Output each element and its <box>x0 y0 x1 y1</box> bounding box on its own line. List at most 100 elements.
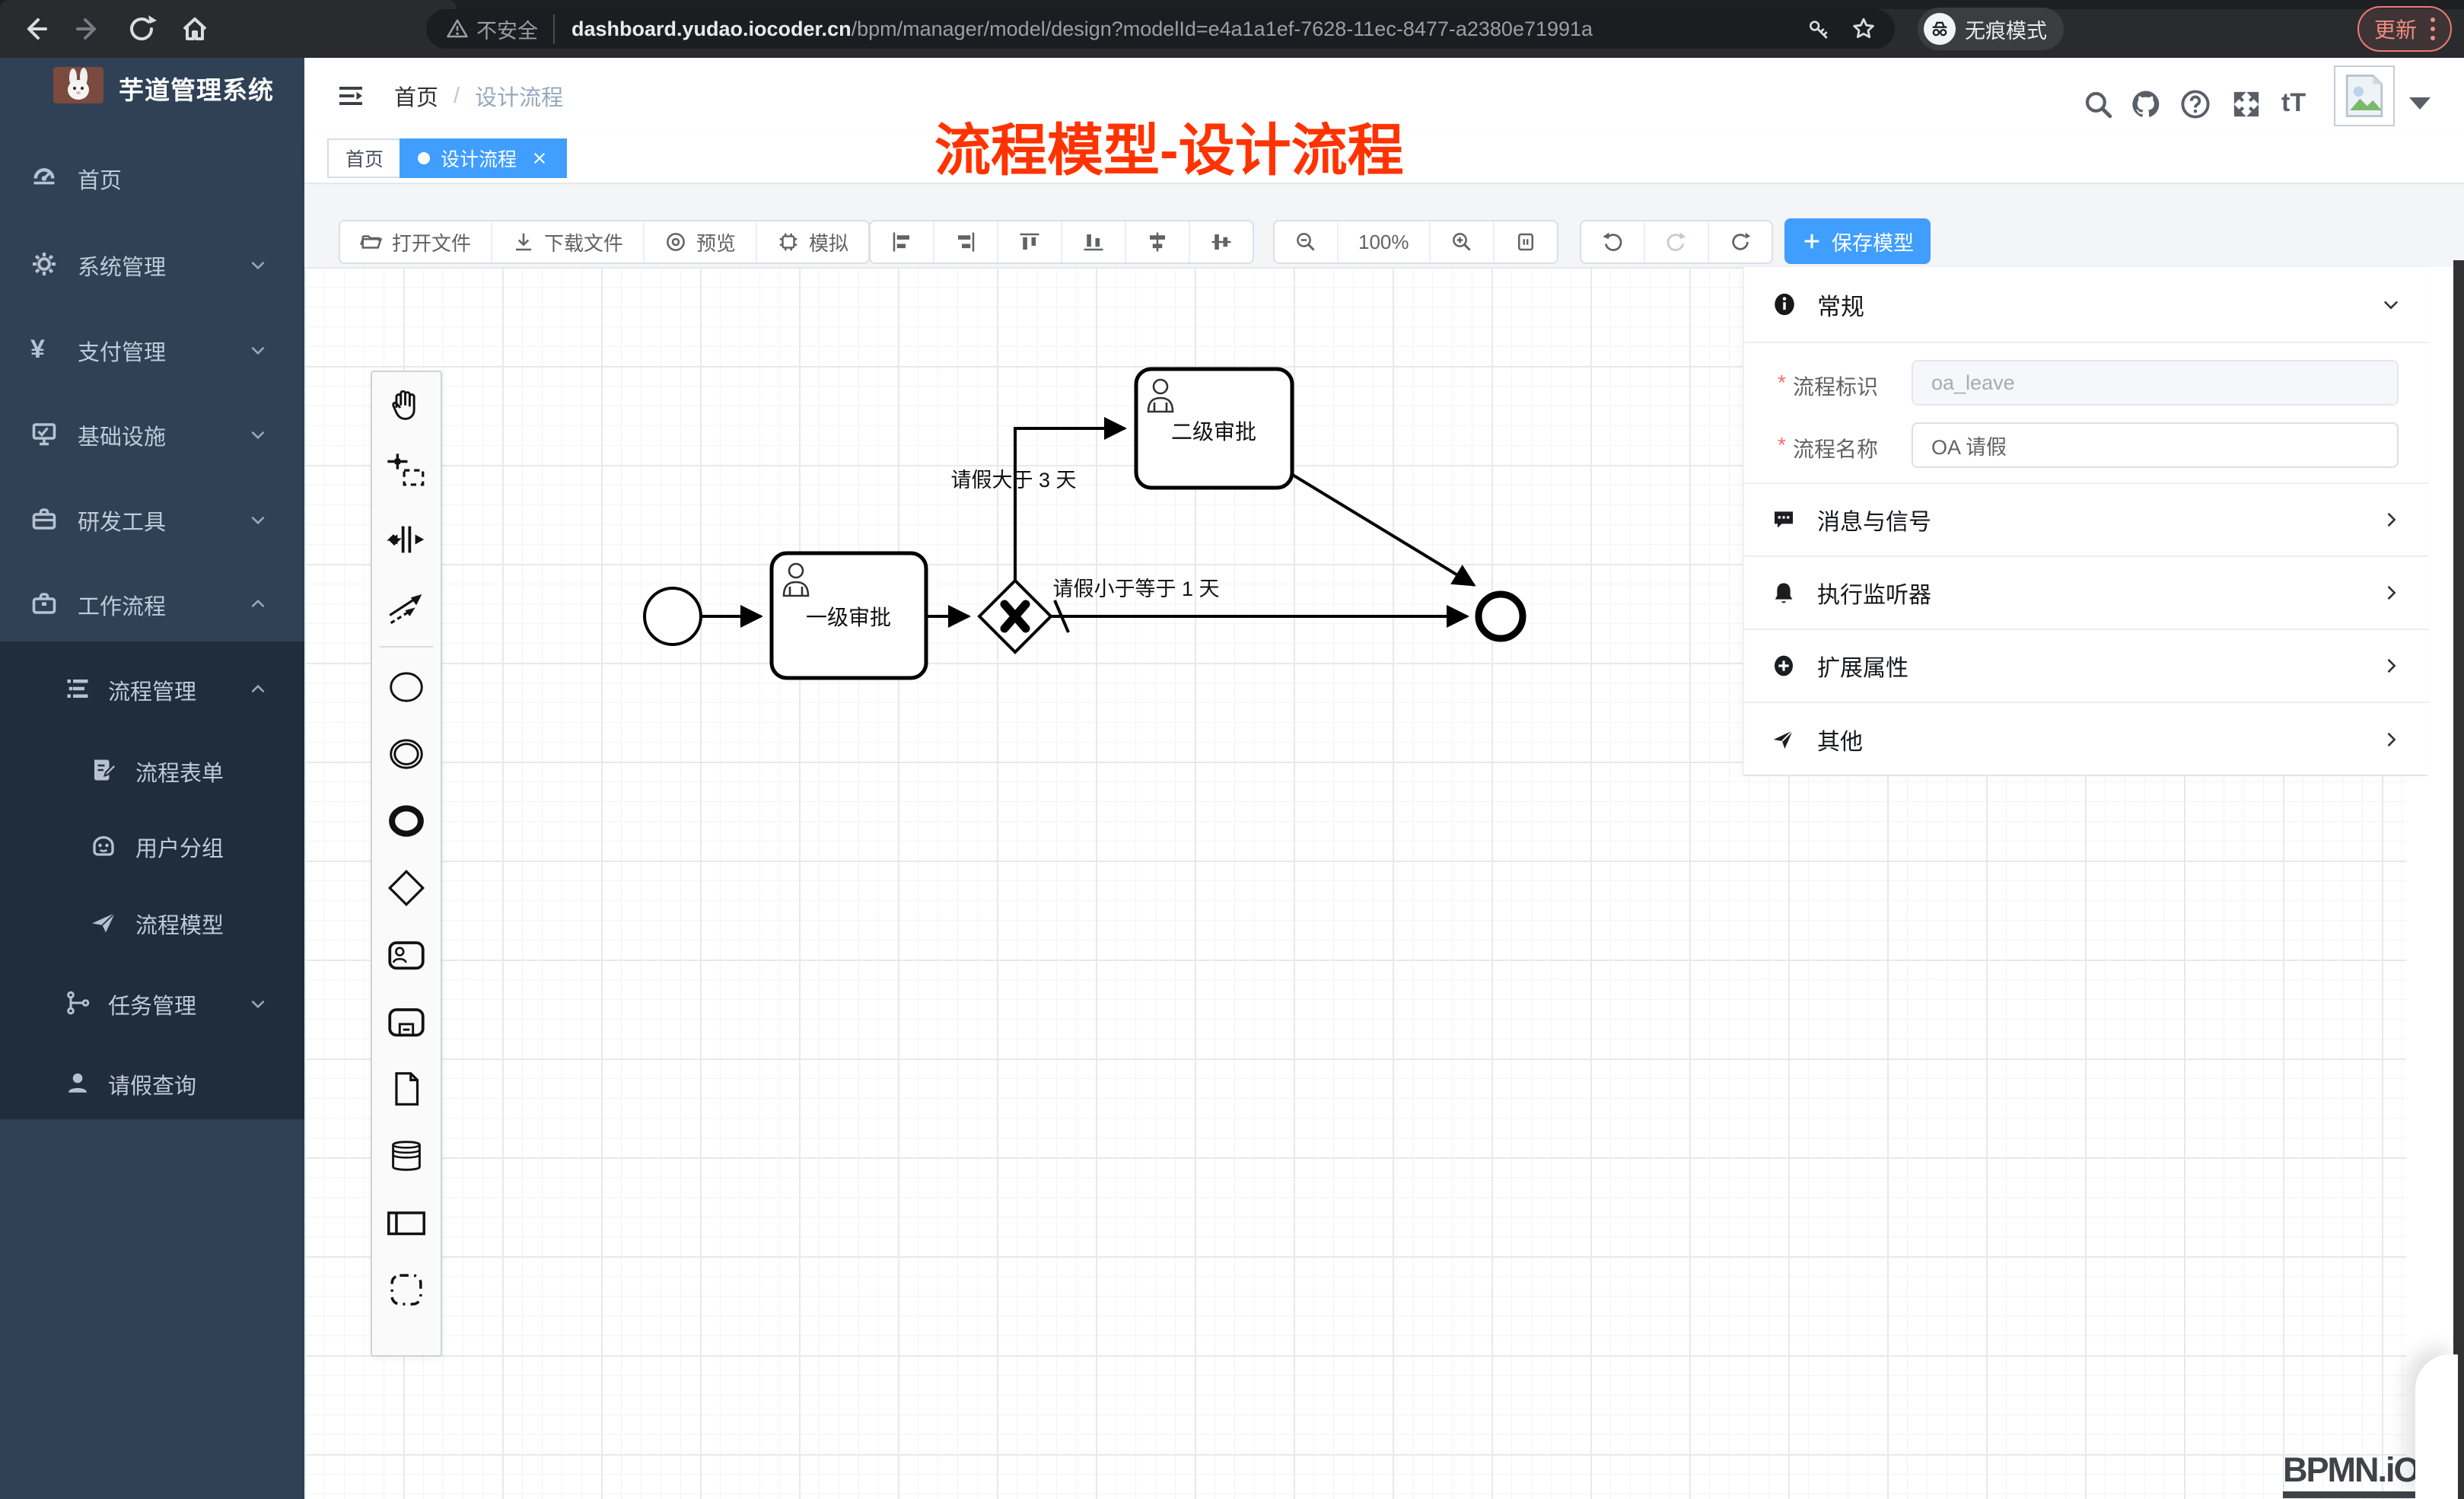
user-task-level1[interactable]: 一级审批 <box>772 553 926 678</box>
tab-design-process[interactable]: 设计流程 <box>400 138 567 178</box>
browser-active-tab[interactable] <box>0 0 457 9</box>
save-model-button[interactable]: 保存模型 <box>1784 218 1931 264</box>
sidebar-item-system[interactable]: 系统管理 <box>0 237 304 291</box>
end-event[interactable] <box>1479 594 1523 638</box>
undo-button[interactable] <box>1581 221 1645 263</box>
insecure-badge[interactable]: 不安全 <box>446 14 555 44</box>
section-other[interactable]: 其他 <box>1744 703 2429 776</box>
sidebar-item-process-mgmt[interactable]: 流程管理 <box>0 661 304 716</box>
sidebar-item-process-form[interactable]: 流程表单 <box>0 743 304 797</box>
sidebar-item-task-mgmt[interactable]: 任务管理 <box>0 975 304 1030</box>
page-scrollbar[interactable] <box>2453 260 2464 1499</box>
reload-icon[interactable] <box>126 14 157 44</box>
process-name-label: 流程名称 <box>1793 433 1878 463</box>
toolbox-icon <box>30 505 58 533</box>
insecure-label: 不安全 <box>476 14 538 44</box>
flow-label-le1[interactable]: 请假小于等于 1 天 <box>1052 578 1219 600</box>
process-name-field: * 流程名称 <box>1744 422 2429 468</box>
zoom-in-button[interactable] <box>1431 221 1495 263</box>
align-top-button[interactable] <box>998 221 1062 263</box>
align-left-button[interactable] <box>871 221 934 263</box>
user-task-level2[interactable]: 二级审批 <box>1136 369 1292 488</box>
restart-button[interactable] <box>1709 221 1772 263</box>
folder-open-icon <box>360 231 383 253</box>
section-messages-signals[interactable]: 消息与信号 <box>1744 484 2429 557</box>
help-icon[interactable] <box>2179 88 2211 120</box>
zoom-out-button[interactable] <box>1275 221 1339 263</box>
section-execution-listener[interactable]: 执行监听器 <box>1744 557 2429 630</box>
key-icon[interactable] <box>1807 17 1831 41</box>
sidebar-item-infrastructure[interactable]: 基础设施 <box>0 406 304 461</box>
forward-icon[interactable] <box>73 14 103 44</box>
process-key-input[interactable] <box>1912 360 2399 406</box>
section-label: 执行监听器 <box>1817 576 2380 609</box>
flow-gateway-to-task2[interactable] <box>1015 428 1125 580</box>
sidebar-item-leave-query[interactable]: 请假查询 <box>0 1055 304 1110</box>
home-icon[interactable] <box>180 14 210 44</box>
file-toolbar-group: 打开文件 下载文件 预览 模拟 <box>339 220 870 264</box>
zoom-out-icon <box>1294 231 1317 253</box>
sidebar-item-user-group[interactable]: 用户分组 <box>0 818 304 873</box>
refresh-icon <box>1729 231 1752 253</box>
undo-icon <box>1601 231 1624 253</box>
align-right-button[interactable] <box>934 221 998 263</box>
sidebar-item-label: 流程表单 <box>135 756 224 788</box>
sidebar-item-process-model[interactable]: 流程模型 <box>0 895 304 950</box>
sidebar-item-devtools[interactable]: 研发工具 <box>0 492 304 546</box>
start-event[interactable] <box>645 588 701 644</box>
align-right-icon <box>954 231 977 253</box>
open-file-button[interactable]: 打开文件 <box>340 221 492 263</box>
search-icon[interactable] <box>2082 88 2114 120</box>
browser-tab-strip <box>0 0 2464 9</box>
chevron-down-icon[interactable] <box>2380 294 2402 315</box>
download-file-button[interactable]: 下载文件 <box>492 221 645 263</box>
section-label: 其他 <box>1817 723 2380 756</box>
browser-menu-icon[interactable] <box>2431 18 2435 40</box>
chevron-right-icon <box>2380 582 2402 603</box>
avatar-caret-icon[interactable] <box>2409 97 2431 110</box>
bpmn-io-logo[interactable]: BPMN.iO <box>2283 1450 2419 1498</box>
fullscreen-icon[interactable] <box>2230 88 2262 120</box>
sidebar-item-label: 流程模型 <box>135 908 224 940</box>
back-icon[interactable] <box>20 14 50 44</box>
section-label: 扩展属性 <box>1817 649 2380 683</box>
align-middle-button[interactable] <box>1126 221 1190 263</box>
align-bottom-button[interactable] <box>1062 221 1126 263</box>
flow-label-gt3[interactable]: 请假大于 3 天 <box>950 469 1076 492</box>
github-icon[interactable] <box>2130 88 2162 120</box>
redo-button[interactable] <box>1645 221 1709 263</box>
preview-button[interactable]: 预览 <box>645 221 757 263</box>
general-section-header[interactable]: 常规 <box>1744 267 2429 343</box>
update-button[interactable]: 更新 <box>2357 6 2452 52</box>
sidebar-item-home[interactable]: 首页 <box>0 150 304 205</box>
flow-task2-to-end[interactable] <box>1291 474 1474 585</box>
exclusive-gateway[interactable] <box>979 581 1051 652</box>
section-extended-attributes[interactable]: 扩展属性 <box>1744 630 2429 703</box>
tab-close-icon[interactable] <box>530 149 549 167</box>
sidebar-logo-row[interactable]: 芋道管理系统 <box>0 58 304 149</box>
open-file-label: 打开文件 <box>392 228 471 256</box>
sidebar-item-payment[interactable]: ¥ 支付管理 <box>0 322 304 377</box>
url-bar[interactable]: 不安全 dashboard.yudao.iocoder.cn/bpm/manag… <box>426 9 1895 49</box>
gear-icon <box>30 250 58 278</box>
breadcrumb-home[interactable]: 首页 <box>394 80 438 112</box>
font-size-icon[interactable]: tT <box>2281 88 2313 120</box>
zoom-reset-button[interactable] <box>1495 221 1557 263</box>
sidebar: 芋道管理系统 首页 系统管理 ¥ 支付管理 基础设施 研发工具 工作流程 流程管… <box>0 58 304 1499</box>
breadcrumb-separator: / <box>454 84 460 109</box>
sidebar-item-label: 任务管理 <box>108 988 196 1020</box>
zoom-level[interactable]: 100% <box>1339 221 1431 263</box>
bookmark-star-icon[interactable] <box>1851 16 1877 42</box>
sidebar-item-label: 基础设施 <box>78 419 166 451</box>
breadcrumb: 首页 / 设计流程 <box>394 58 563 134</box>
simulate-button[interactable]: 模拟 <box>757 221 868 263</box>
sidebar-collapse-icon[interactable] <box>336 82 365 110</box>
align-center-button[interactable] <box>1190 221 1253 263</box>
tab-home[interactable]: 首页 <box>327 138 402 178</box>
incognito-icon <box>1924 13 1956 45</box>
process-name-input[interactable] <box>1912 422 2399 468</box>
sidebar-item-workflow[interactable]: 工作流程 <box>0 576 304 631</box>
avatar[interactable] <box>2334 65 2395 126</box>
flow-tree-icon <box>64 989 91 1017</box>
bell-icon <box>1772 581 1796 605</box>
